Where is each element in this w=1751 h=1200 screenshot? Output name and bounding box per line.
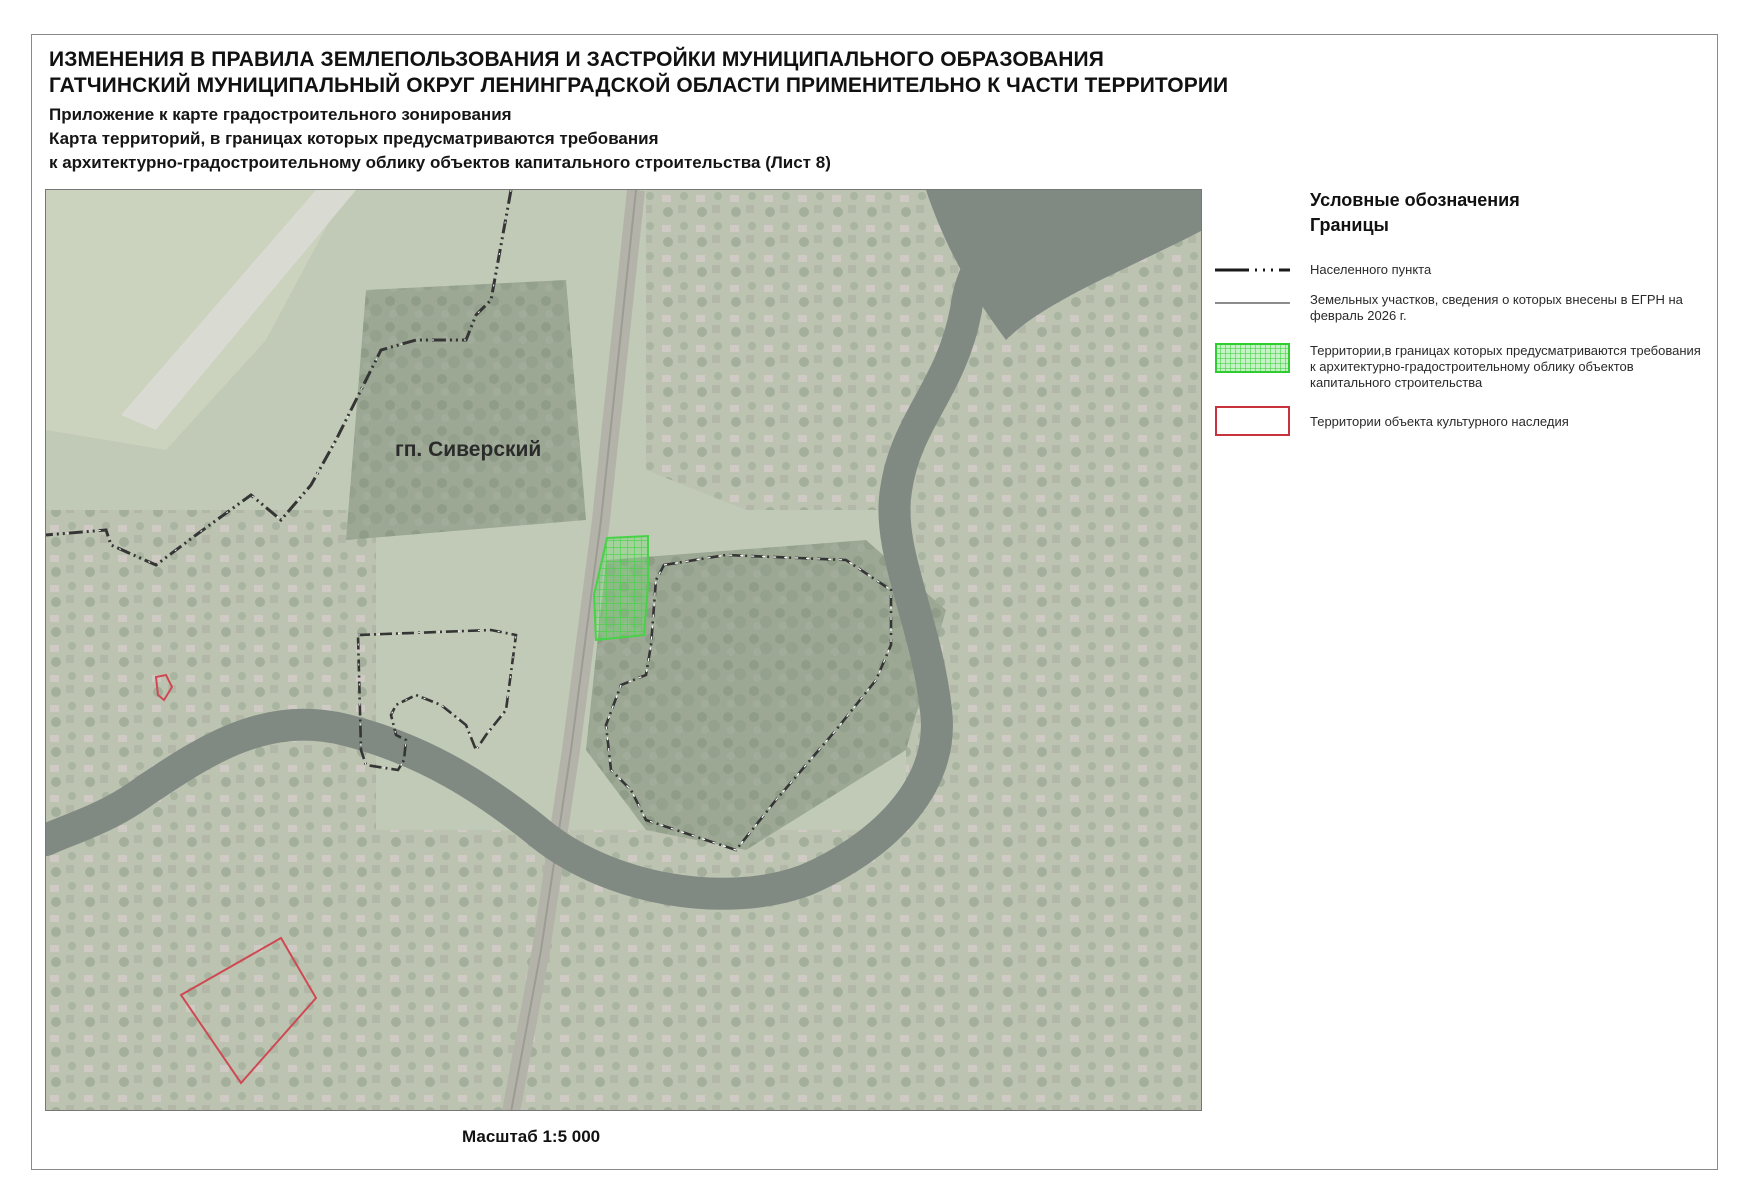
legend-section-boundaries: Границы — [1310, 215, 1389, 235]
subtitle-line-3: к архитектурно-градостроительному облику… — [49, 153, 831, 172]
legend-label-land-plot-boundary: Земельных участков, сведения о которых в… — [1310, 292, 1683, 323]
legend-item-land-plot-boundary: Земельных участков, сведения о которых в… — [1215, 292, 1705, 332]
map-title: ИЗМЕНЕНИЯ В ПРАВИЛА ЗЕМЛЕПОЛЬЗОВАНИЯ И З… — [49, 47, 1228, 99]
satellite-map[interactable]: гп. Сиверский — [45, 189, 1202, 1111]
title-line-2: ГАТЧИНСКИЙ МУНИЦИПАЛЬНЫЙ ОКРУГ ЛЕНИНГРАД… — [49, 74, 1229, 97]
dash-dot-line-icon — [1215, 268, 1290, 272]
subtitle-line-1: Приложение к карте градостроительного зо… — [49, 105, 512, 124]
legend-title: Условные обозначения — [1310, 190, 1520, 210]
thin-line-icon — [1215, 302, 1290, 304]
legend-item-heritage-zone: Территории объекта культурного наследия — [1215, 406, 1705, 446]
legend-label-design-requirement-zone: Территории,в границах которых предусматр… — [1310, 343, 1701, 390]
red-outline-icon — [1215, 406, 1290, 436]
subtitle-line-2: Карта территорий, в границах которых пре… — [49, 129, 659, 148]
title-line-1: ИЗМЕНЕНИЯ В ПРАВИЛА ЗЕМЛЕПОЛЬЗОВАНИЯ И З… — [49, 48, 1104, 71]
legend-item-design-requirement-zone: Территории,в границах которых предусматр… — [1215, 343, 1705, 399]
legend-label-settlement-boundary: Населенного пункта — [1310, 262, 1432, 277]
green-grid-icon — [1215, 343, 1290, 373]
legend-label-heritage-zone: Территории объекта культурного наследия — [1310, 414, 1569, 429]
map-wash — [46, 190, 1201, 1110]
scale-label: Масштаб 1:5 000 — [462, 1127, 601, 1146]
settlement-label: гп. Сиверский — [395, 438, 541, 461]
